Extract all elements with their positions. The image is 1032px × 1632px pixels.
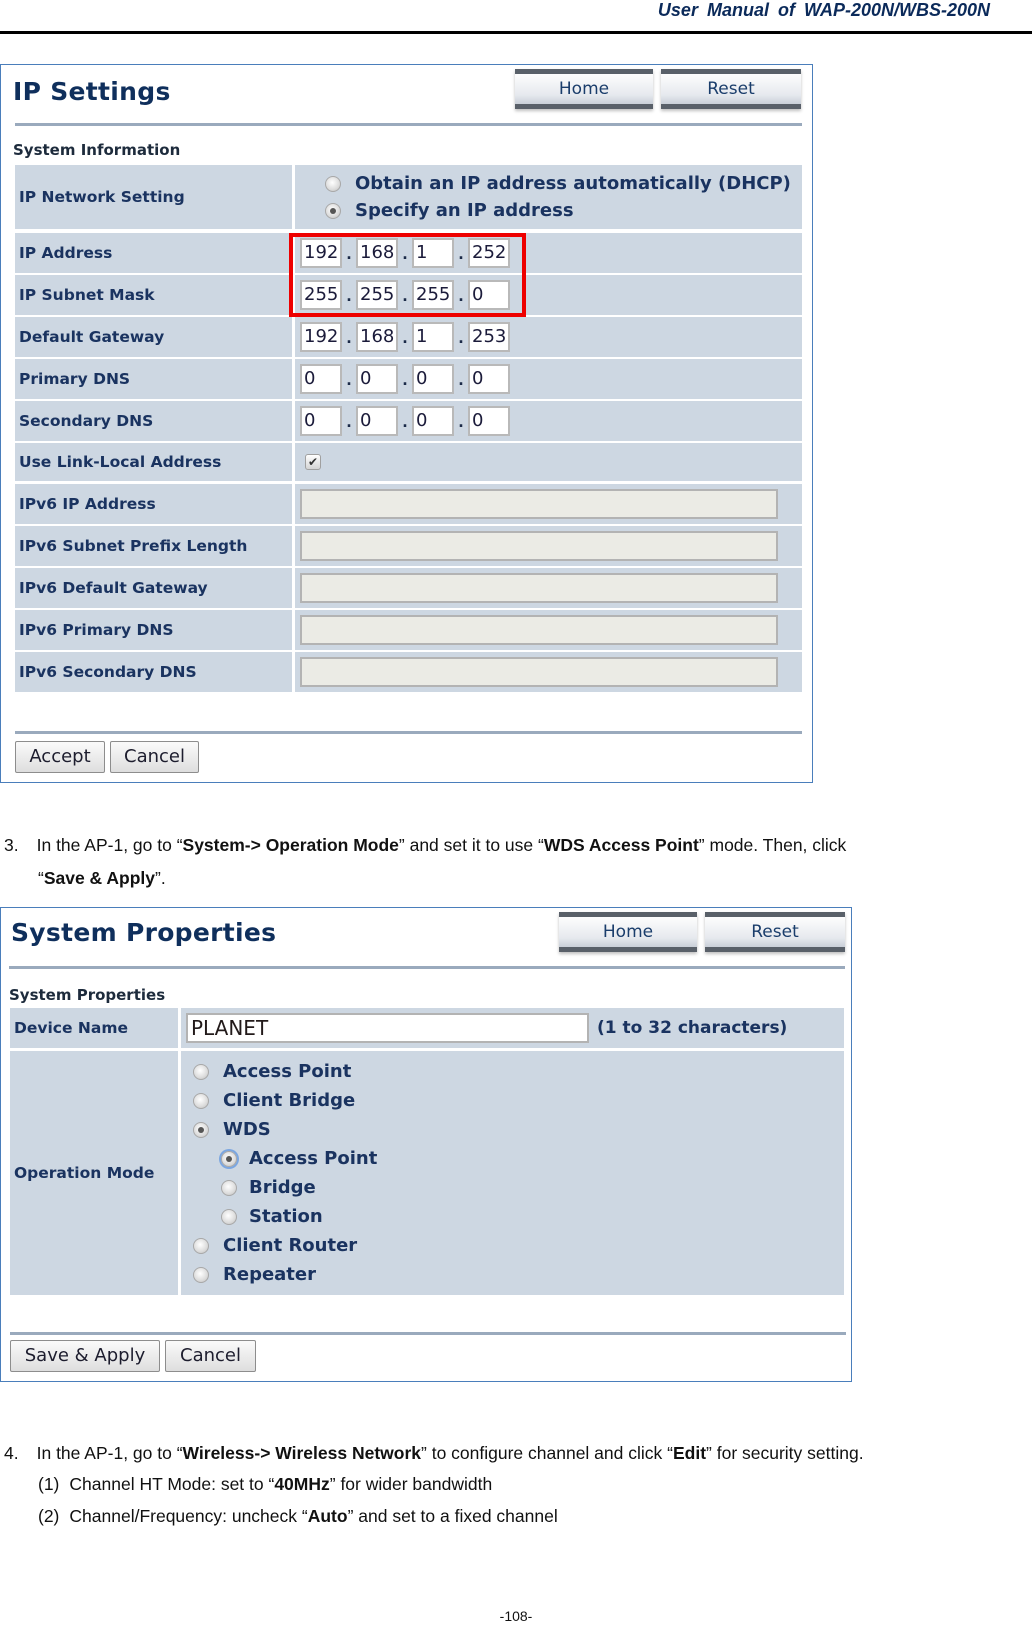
device-name-hint: (1 to 32 characters) xyxy=(597,1018,788,1038)
mode-client-router[interactable]: Client Router xyxy=(193,1231,357,1260)
mode-repeater[interactable]: Repeater xyxy=(193,1260,316,1289)
dhcp-option[interactable]: Obtain an IP address automatically (DHCP… xyxy=(325,173,791,194)
secondary-dns-octet-4[interactable]: 0 xyxy=(468,406,510,436)
step-3-continuation: “Save & Apply”. xyxy=(38,868,166,888)
ipv6-ip-input[interactable] xyxy=(300,489,778,519)
ip-network-setting-row: IP Network Setting Obtain an IP address … xyxy=(15,165,802,229)
operation-mode-row: Operation Mode Access Point Client Bridg… xyxy=(10,1051,844,1295)
wds-bridge[interactable]: Bridge xyxy=(221,1173,316,1202)
step-4-subitem-2: (2) Channel/Frequency: uncheck “Auto” and… xyxy=(38,1506,558,1526)
primary-dns-row: Primary DNS 0. 0. 0. 0 xyxy=(15,359,802,399)
ipv6-prefix-label: IPv6 Subnet Prefix Length xyxy=(15,526,292,566)
primary-dns-octet-4[interactable]: 0 xyxy=(468,364,510,394)
ip-settings-panel: IP Settings Home Reset System Informatio… xyxy=(0,64,813,783)
title-divider xyxy=(15,123,802,126)
checkmark-icon: ✔ xyxy=(307,455,319,469)
operation-mode-label: Operation Mode xyxy=(10,1051,178,1295)
page-number: -108- xyxy=(499,1608,533,1624)
ipv6-prefix-row: IPv6 Subnet Prefix Length xyxy=(15,526,802,566)
primary-dns-octet-3[interactable]: 0 xyxy=(412,364,454,394)
primary-dns-octet-1[interactable]: 0 xyxy=(300,364,342,394)
step-4-paragraph: 4. In the AP-1, go to “Wireless-> Wireles… xyxy=(4,1443,864,1463)
wds-station-radio[interactable] xyxy=(221,1208,237,1225)
secondary-dns-octet-1[interactable]: 0 xyxy=(300,406,342,436)
mode-client-bridge-radio[interactable] xyxy=(193,1092,209,1109)
mode-wds-radio[interactable] xyxy=(193,1121,209,1138)
ip-network-setting-label: IP Network Setting xyxy=(15,165,292,229)
ip-address-label: IP Address xyxy=(15,233,292,273)
mode-wds[interactable]: WDS xyxy=(193,1115,271,1144)
primary-dns-octet-2[interactable]: 0 xyxy=(356,364,398,394)
mode-access-point-radio[interactable] xyxy=(193,1063,209,1080)
primary-dns-label: Primary DNS xyxy=(15,359,292,399)
cancel-button[interactable]: Cancel xyxy=(165,1340,256,1372)
title-divider xyxy=(9,966,845,969)
manual-title: User Manual of WAP-200N/WBS-200N xyxy=(657,0,990,20)
save-apply-button[interactable]: Save & Apply xyxy=(10,1340,160,1372)
ipv6-prefix-input[interactable] xyxy=(300,531,778,561)
ipv6-secondary-dns-row: IPv6 Secondary DNS xyxy=(15,652,802,692)
ipv6-ip-label: IPv6 IP Address xyxy=(15,484,292,524)
default-gateway-label: Default Gateway xyxy=(15,317,292,357)
ipv6-primary-dns-row: IPv6 Primary DNS xyxy=(15,610,802,650)
header-rule xyxy=(0,31,1032,34)
static-ip-radio[interactable] xyxy=(325,202,341,219)
home-button[interactable]: Home xyxy=(515,69,653,109)
footer-divider xyxy=(15,731,802,734)
cancel-button[interactable]: Cancel xyxy=(110,741,199,773)
ipv6-ip-row: IPv6 IP Address xyxy=(15,484,802,524)
mode-client-router-radio[interactable] xyxy=(193,1237,209,1254)
gateway-octet-3[interactable]: 1 xyxy=(412,322,454,352)
ipv6-secondary-dns-input[interactable] xyxy=(300,657,778,687)
gateway-octet-1[interactable]: 192 xyxy=(300,322,342,352)
wds-station[interactable]: Station xyxy=(221,1202,323,1231)
ip-settings-title: IP Settings xyxy=(13,77,171,106)
system-properties-panel: System Properties Home Reset System Prop… xyxy=(0,907,852,1382)
device-name-row: Device Name PLANET (1 to 32 characters) xyxy=(10,1008,844,1048)
highlight-box xyxy=(289,233,526,317)
dhcp-radio[interactable] xyxy=(325,175,341,192)
link-local-checkbox[interactable]: ✔ xyxy=(305,454,321,470)
gateway-octet-4[interactable]: 253 xyxy=(468,322,510,352)
ipv6-gateway-row: IPv6 Default Gateway xyxy=(15,568,802,608)
accept-button[interactable]: Accept xyxy=(15,741,105,773)
wds-bridge-radio[interactable] xyxy=(221,1179,237,1196)
wds-access-point-radio[interactable] xyxy=(221,1150,237,1167)
reset-button[interactable]: Reset xyxy=(661,69,801,109)
static-ip-option[interactable]: Specify an IP address xyxy=(325,200,574,221)
link-local-label: Use Link-Local Address xyxy=(15,443,292,481)
ipv6-gateway-label: IPv6 Default Gateway xyxy=(15,568,292,608)
default-gateway-row: Default Gateway 192. 168. 1. 253 xyxy=(15,317,802,357)
static-ip-option-label: Specify an IP address xyxy=(355,200,574,221)
ipv6-gateway-input[interactable] xyxy=(300,573,778,603)
link-local-row: Use Link-Local Address ✔ xyxy=(15,443,802,481)
page-header: User Manual of WAP-200N/WBS-200N xyxy=(0,0,1032,34)
dhcp-option-label: Obtain an IP address automatically (DHCP… xyxy=(355,173,791,194)
mode-access-point[interactable]: Access Point xyxy=(193,1057,351,1086)
subnet-mask-label: IP Subnet Mask xyxy=(15,275,292,315)
footer-divider xyxy=(10,1332,846,1335)
step-3-paragraph: 3. In the AP-1, go to “System-> Operation… xyxy=(4,835,847,855)
mode-client-bridge[interactable]: Client Bridge xyxy=(193,1086,355,1115)
secondary-dns-octet-2[interactable]: 0 xyxy=(356,406,398,436)
secondary-dns-label: Secondary DNS xyxy=(15,401,292,441)
reset-button[interactable]: Reset xyxy=(705,912,845,952)
device-name-label: Device Name xyxy=(10,1008,178,1048)
home-button[interactable]: Home xyxy=(559,912,697,952)
mode-repeater-radio[interactable] xyxy=(193,1266,209,1283)
system-properties-title: System Properties xyxy=(11,918,277,947)
device-name-input[interactable]: PLANET xyxy=(186,1013,589,1043)
ipv6-primary-dns-input[interactable] xyxy=(300,615,778,645)
step-4-subitem-1: (1) Channel HT Mode: set to “40MHz” for w… xyxy=(38,1474,493,1494)
section-label: System Information xyxy=(13,141,181,159)
ipv6-primary-dns-label: IPv6 Primary DNS xyxy=(15,610,292,650)
secondary-dns-octet-3[interactable]: 0 xyxy=(412,406,454,436)
ipv6-secondary-dns-label: IPv6 Secondary DNS xyxy=(15,652,292,692)
gateway-octet-2[interactable]: 168 xyxy=(356,322,398,352)
wds-access-point[interactable]: Access Point xyxy=(221,1144,377,1173)
secondary-dns-row: Secondary DNS 0. 0. 0. 0 xyxy=(15,401,802,441)
section-label: System Properties xyxy=(9,986,166,1004)
